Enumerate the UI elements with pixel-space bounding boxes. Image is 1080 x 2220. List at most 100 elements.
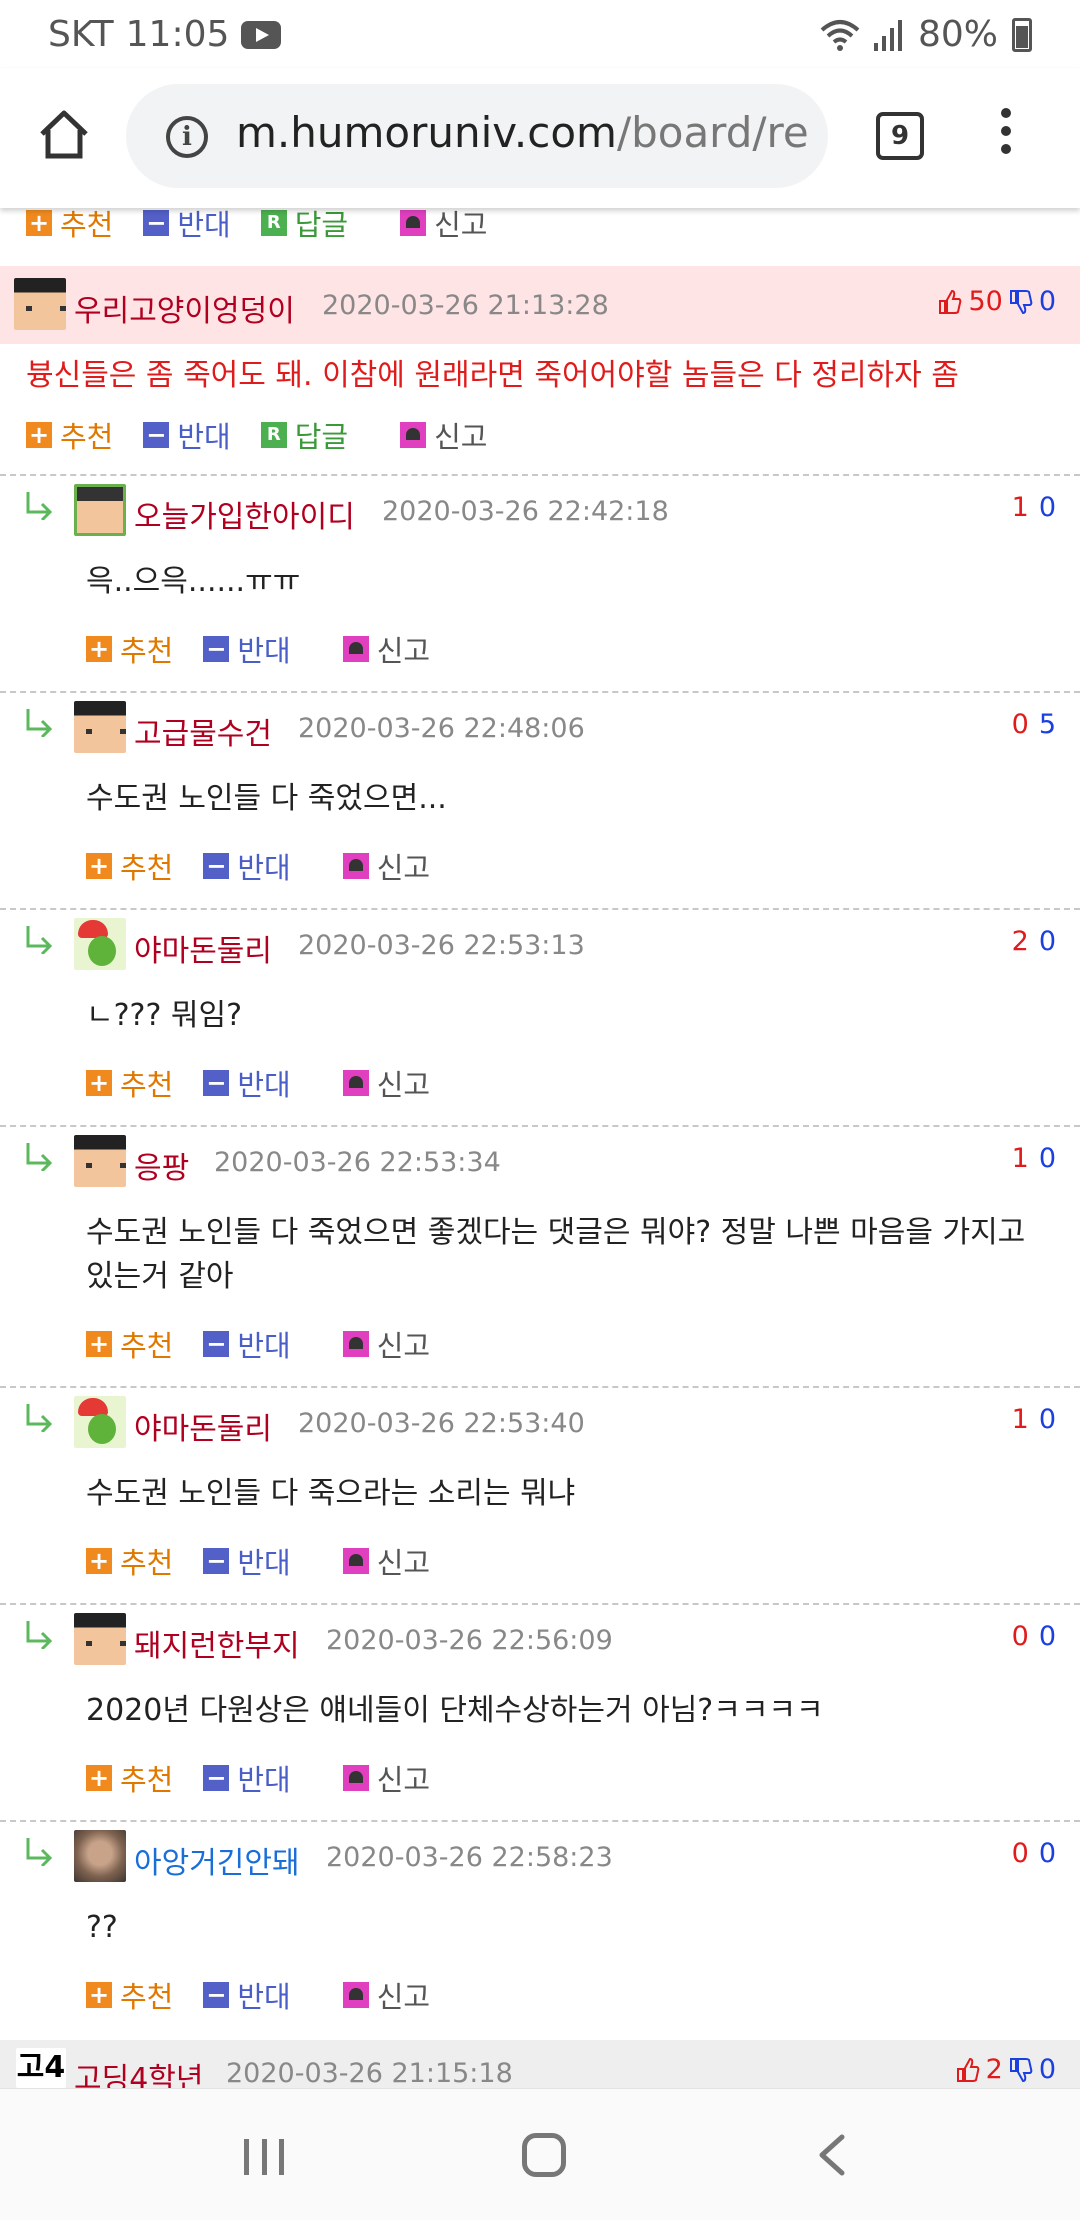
reply-nickname[interactable]: 오늘가입한아이디 — [134, 492, 355, 536]
back-icon[interactable] — [812, 2133, 852, 2177]
report-button[interactable]: 신고 — [400, 414, 488, 456]
reply-arrow-icon — [26, 1838, 53, 1866]
home-button-icon[interactable] — [522, 2133, 566, 2177]
reply-text: 2020년 다원상은 얘네들이 단체수상하는거 아님?ㅋㅋㅋㅋ — [86, 1693, 824, 1728]
url-path: /board/re — [616, 108, 809, 157]
clock: 11:05 — [125, 14, 230, 55]
reply-arrow-icon — [26, 1404, 53, 1432]
report-button[interactable]: 신고 — [342, 1062, 430, 1104]
reply-arrow-icon — [26, 709, 53, 737]
report-button[interactable]: 신고 — [342, 1974, 430, 2016]
reply-actions: + 추천 − 반대 신고 — [86, 1974, 460, 2016]
oppose-button[interactable]: − 반대 — [203, 1974, 291, 2016]
reply-actions: + 추천 − 반대 신고 — [86, 1540, 460, 1582]
downvote-count: 0 — [1038, 2054, 1056, 2085]
plus-icon: + — [86, 853, 112, 879]
reply-actions: + 추천 − 반대 신고 — [86, 1757, 460, 1799]
oppose-button[interactable]: − 반대 — [203, 1323, 291, 1365]
reply-r-icon: R — [260, 422, 287, 448]
upvote-count: 1 — [1011, 1404, 1029, 1435]
oppose-button[interactable]: − 반대 — [203, 628, 291, 670]
downvote-count: 5 — [1038, 709, 1056, 740]
recommend-button[interactable]: + 추천 — [86, 1757, 173, 1799]
recent-apps-icon[interactable] — [244, 2139, 284, 2175]
reply-arrow-icon — [26, 926, 53, 954]
report-button[interactable]: 신고 — [342, 1757, 430, 1799]
oppose-button[interactable]: − 반대 — [203, 1062, 291, 1104]
recommend-button[interactable]: + 추천 — [26, 208, 113, 244]
vote-counts: 0 0 — [1012, 1838, 1056, 1869]
reply-actions: + 추천 − 반대 신고 — [86, 845, 460, 887]
reply-nickname[interactable]: 아앙거긴안돼 — [134, 1838, 300, 1882]
plus-icon: + — [86, 1331, 112, 1357]
reply-nickname[interactable]: 고급물수건 — [134, 709, 272, 753]
reply-divider — [0, 1386, 1080, 1388]
reply-actions: + 추천 − 반대 신고 — [86, 1323, 460, 1365]
reply-button[interactable]: R 답글 — [260, 208, 348, 244]
upvote-count: 50 — [968, 286, 1003, 317]
vote-counts: 1 0 — [1012, 1143, 1056, 1174]
reply-nickname[interactable]: 응팡 — [134, 1143, 189, 1187]
upvote-count: 1 — [1011, 1143, 1029, 1174]
graduate-avatar — [14, 278, 66, 330]
reply-text: 수도권 노인들 다 죽으라는 소리는 뭐냐 — [86, 1476, 576, 1511]
siren-icon — [342, 1982, 369, 2008]
upvote-count: 2 — [985, 2054, 1003, 2085]
vote-counts: 2 0 — [956, 2054, 1056, 2085]
comment-text: 븅신들은 좀 죽어도 돼. 이참에 원래라면 죽어어야할 놈들은 다 정리하자 … — [26, 358, 959, 393]
minus-icon: − — [203, 1070, 230, 1096]
oppose-button[interactable]: − 반대 — [143, 414, 231, 456]
carrier-label: SKT — [48, 14, 114, 55]
vote-counts: 50 0 — [938, 286, 1056, 317]
reply-text: 윽..으윽......ㅠㅠ — [86, 564, 301, 599]
recommend-button[interactable]: + 추천 — [86, 1062, 173, 1104]
reply-nickname[interactable]: 돼지런한부지 — [134, 1621, 300, 1665]
reply-text: ?? — [86, 1910, 118, 1945]
info-icon[interactable]: i — [166, 116, 208, 158]
comment-header: 고4 고딩4학년 2020-03-26 21:15:18 2 0 — [0, 2040, 1080, 2088]
report-button[interactable]: 신고 — [400, 208, 488, 244]
prev-comment-actions: + 추천 − 반대 R 답글 신고 — [26, 208, 518, 244]
oppose-button[interactable]: − 반대 — [203, 1540, 291, 1582]
recommend-button[interactable]: + 추천 — [86, 628, 173, 670]
siren-icon — [342, 1548, 369, 1574]
reply-r-icon: R — [260, 210, 287, 236]
browser-toolbar: i m.humoruniv.com/board/re 9 — [0, 68, 1080, 208]
tab-switcher-button[interactable]: 9 — [876, 112, 924, 160]
url-host: m.humoruniv.com — [236, 108, 617, 157]
overflow-menu-icon[interactable] — [996, 108, 1016, 164]
home-icon[interactable] — [36, 106, 92, 162]
minus-icon: − — [203, 1765, 230, 1791]
battery-percent: 80% — [917, 14, 998, 55]
system-nav-bar — [0, 2088, 1080, 2220]
siren-icon — [342, 636, 369, 662]
comment-nickname[interactable]: 우리고양이엉덩이 — [74, 286, 295, 330]
plus-icon: + — [26, 210, 52, 236]
recommend-button[interactable]: + 추천 — [86, 1540, 173, 1582]
wifi-icon — [820, 19, 860, 51]
recommend-button[interactable]: + 추천 — [26, 414, 113, 456]
comment-nickname[interactable]: 고딩4학년 — [74, 2054, 204, 2088]
oppose-button[interactable]: − 반대 — [203, 845, 291, 887]
reply-nickname[interactable]: 야마돈둘리 — [134, 1404, 272, 1448]
vote-counts: 1 0 — [1012, 492, 1056, 523]
report-button[interactable]: 신고 — [342, 1323, 430, 1365]
reply-nickname[interactable]: 야마돈둘리 — [134, 926, 272, 970]
report-button[interactable]: 신고 — [342, 1540, 430, 1582]
recommend-button[interactable]: + 추천 — [86, 1323, 173, 1365]
recommend-button[interactable]: + 추천 — [86, 845, 173, 887]
oppose-button[interactable]: − 반대 — [203, 1757, 291, 1799]
report-button[interactable]: 신고 — [342, 845, 430, 887]
siren-icon — [342, 1765, 369, 1791]
reply-button[interactable]: R 답글 — [260, 414, 348, 456]
address-bar[interactable]: i m.humoruniv.com/board/re — [126, 84, 828, 188]
url-text[interactable]: m.humoruniv.com/board/re — [236, 108, 809, 157]
upvote-count: 0 — [1011, 709, 1029, 740]
recommend-button[interactable]: + 추천 — [86, 1974, 173, 2016]
report-button[interactable]: 신고 — [342, 628, 430, 670]
plus-icon: + — [86, 1548, 112, 1574]
status-bar: SKT 11:05 80% — [0, 0, 1080, 68]
oppose-button[interactable]: − 반대 — [143, 208, 231, 244]
upvote-count: 0 — [1011, 1621, 1029, 1652]
dino-avatar — [74, 918, 126, 970]
